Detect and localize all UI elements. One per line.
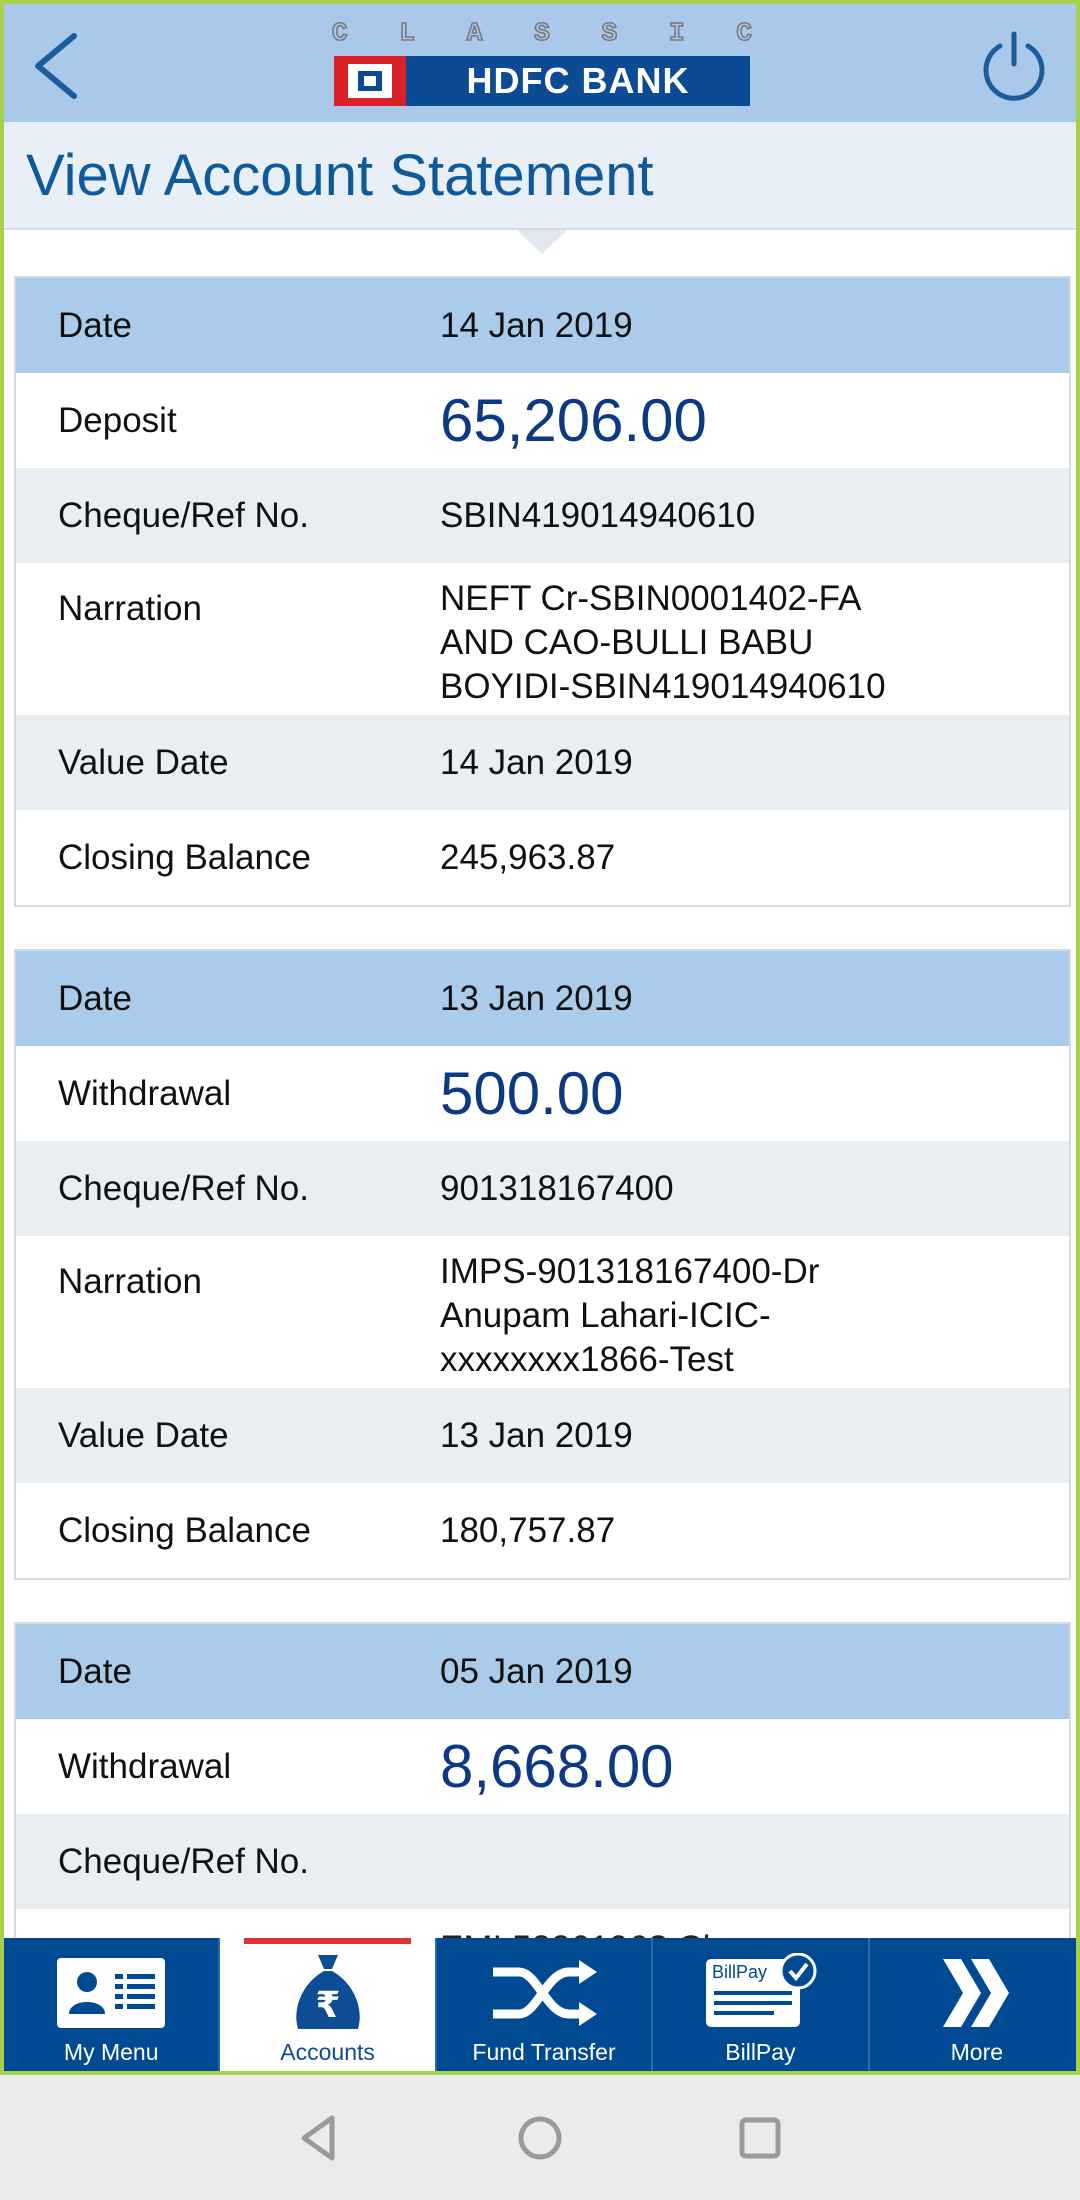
- nav-accounts[interactable]: ₹ Accounts: [220, 1938, 437, 2071]
- nav-fund-transfer-label: Fund Transfer: [472, 2039, 616, 2065]
- nav-more-label: More: [950, 2039, 1004, 2065]
- page-title: View Account Statement: [26, 143, 654, 208]
- back-triangle-icon: [301, 2115, 335, 2161]
- home-circle-icon: [518, 2116, 562, 2160]
- ref-value: SBIN419014940610: [440, 495, 756, 535]
- closing-balance-value: 245,963.87: [440, 837, 616, 877]
- transaction-card[interactable]: Date 05 Jan 2019 Withdrawal 8,668.00 Che…: [14, 1622, 1071, 1971]
- date-row: Date 13 Jan 2019: [16, 951, 1069, 1046]
- ref-label: Cheque/Ref No.: [58, 1841, 309, 1881]
- value-date-label: Value Date: [58, 1415, 229, 1455]
- hdfc-mark-icon: [334, 56, 406, 106]
- amount-value: 500.00: [440, 1060, 624, 1127]
- recents-square-icon: [739, 2117, 781, 2159]
- chevron-left-icon: [35, 33, 77, 99]
- ref-row: Cheque/Ref No.: [16, 1814, 1069, 1909]
- logo-bank-name: HDFC BANK: [466, 60, 690, 101]
- billpay-icon-text: BillPay: [712, 1962, 767, 1982]
- value-date-value: 14 Jan 2019: [440, 742, 633, 782]
- transaction-card[interactable]: Date 13 Jan 2019 Withdrawal 500.00 Chequ…: [14, 949, 1071, 1580]
- nav-billpay-label: BillPay: [725, 2039, 796, 2065]
- date-value: 14 Jan 2019: [440, 305, 633, 345]
- hdfc-bank-logo: CLASSIC HDFC BANK: [331, 18, 753, 110]
- date-row: Date 05 Jan 2019: [16, 1624, 1069, 1719]
- type-label: Withdrawal: [58, 1073, 232, 1113]
- app-frame: CLASSIC HDFC BANK View Account Statement…: [0, 0, 1080, 2075]
- nav-accounts-label: Accounts: [280, 2039, 375, 2065]
- nav-fund-transfer[interactable]: Fund Transfer: [437, 1938, 654, 2071]
- system-recents-button[interactable]: [730, 2108, 790, 2168]
- type-label: Deposit: [58, 400, 177, 440]
- bottom-nav: My Menu ₹ Accounts Fund Transfer BillPay…: [4, 1938, 1076, 2071]
- rupee-bag-icon: ₹: [295, 1955, 360, 2029]
- value-date-value: 13 Jan 2019: [440, 1415, 633, 1455]
- system-home-button[interactable]: [510, 2108, 570, 2168]
- transaction-card[interactable]: Date 14 Jan 2019 Deposit 65,206.00 Chequ…: [14, 276, 1071, 907]
- billpay-check-icon: BillPay: [706, 1953, 817, 2027]
- value-date-row: Value Date 14 Jan 2019: [16, 715, 1069, 810]
- narration-label: Narration: [58, 589, 202, 628]
- ref-row: Cheque/Ref No. 901318167400: [16, 1141, 1069, 1236]
- title-bar: View Account Statement: [4, 122, 1076, 230]
- back-button[interactable]: [24, 26, 94, 106]
- date-value: 05 Jan 2019: [440, 1651, 633, 1691]
- statement-list[interactable]: Date 14 Jan 2019 Deposit 65,206.00 Chequ…: [14, 276, 1071, 2013]
- logo-classic-text: CLASSIC: [331, 18, 753, 48]
- amount-row: Withdrawal 8,668.00: [16, 1719, 1069, 1814]
- narration-row: Narration NEFT Cr-SBIN0001402-FA AND CAO…: [16, 563, 1069, 715]
- id-card-icon: [57, 1958, 166, 2028]
- amount-row: Withdrawal 500.00: [16, 1046, 1069, 1141]
- header-bar: CLASSIC HDFC BANK: [4, 4, 1076, 122]
- narration-value: NEFT Cr-SBIN0001402-FA AND CAO-BULLI BAB…: [440, 579, 886, 706]
- type-label: Withdrawal: [58, 1746, 232, 1786]
- amount-value: 8,668.00: [440, 1733, 674, 1800]
- ref-label: Cheque/Ref No.: [58, 1168, 309, 1208]
- date-label: Date: [58, 305, 132, 345]
- svg-text:₹: ₹: [315, 1985, 340, 2026]
- shuffle-arrows-icon: [493, 1960, 598, 2026]
- narration-label: Narration: [58, 1262, 202, 1301]
- amount-value: 65,206.00: [440, 387, 707, 454]
- ref-value: 901318167400: [440, 1168, 674, 1208]
- logout-button[interactable]: [974, 26, 1054, 106]
- ref-label: Cheque/Ref No.: [58, 495, 309, 535]
- nav-billpay[interactable]: BillPay BillPay: [653, 1938, 870, 2071]
- narration-row: Narration IMPS-901318167400-Dr Anupam La…: [16, 1236, 1069, 1388]
- narration-value: IMPS-901318167400-Dr Anupam Lahari-ICIC-…: [440, 1252, 820, 1379]
- ref-value: [440, 1814, 1069, 1909]
- amount-row: Deposit 65,206.00: [16, 373, 1069, 468]
- date-label: Date: [58, 1651, 132, 1691]
- date-row: Date 14 Jan 2019: [16, 278, 1069, 373]
- power-icon: [983, 31, 1045, 101]
- closing-balance-label: Closing Balance: [58, 1510, 311, 1550]
- title-pointer: [517, 230, 567, 254]
- value-date-label: Value Date: [58, 742, 229, 782]
- closing-balance-row: Closing Balance 245,963.87: [16, 810, 1069, 905]
- closing-balance-value: 180,757.87: [440, 1510, 616, 1550]
- double-chevron-right-icon: [942, 1959, 1009, 2027]
- nav-my-menu-label: My Menu: [63, 2039, 159, 2065]
- date-label: Date: [58, 978, 132, 1018]
- ref-row: Cheque/Ref No. SBIN419014940610: [16, 468, 1069, 563]
- nav-more[interactable]: More: [870, 1938, 1076, 2071]
- closing-balance-row: Closing Balance 180,757.87: [16, 1483, 1069, 1578]
- system-back-button[interactable]: [290, 2108, 350, 2168]
- closing-balance-label: Closing Balance: [58, 837, 311, 877]
- nav-my-menu[interactable]: My Menu: [4, 1938, 221, 2071]
- logo-plate: HDFC BANK: [334, 56, 750, 106]
- value-date-row: Value Date 13 Jan 2019: [16, 1388, 1069, 1483]
- date-value: 13 Jan 2019: [440, 978, 633, 1018]
- system-nav-bar: [0, 2075, 1080, 2200]
